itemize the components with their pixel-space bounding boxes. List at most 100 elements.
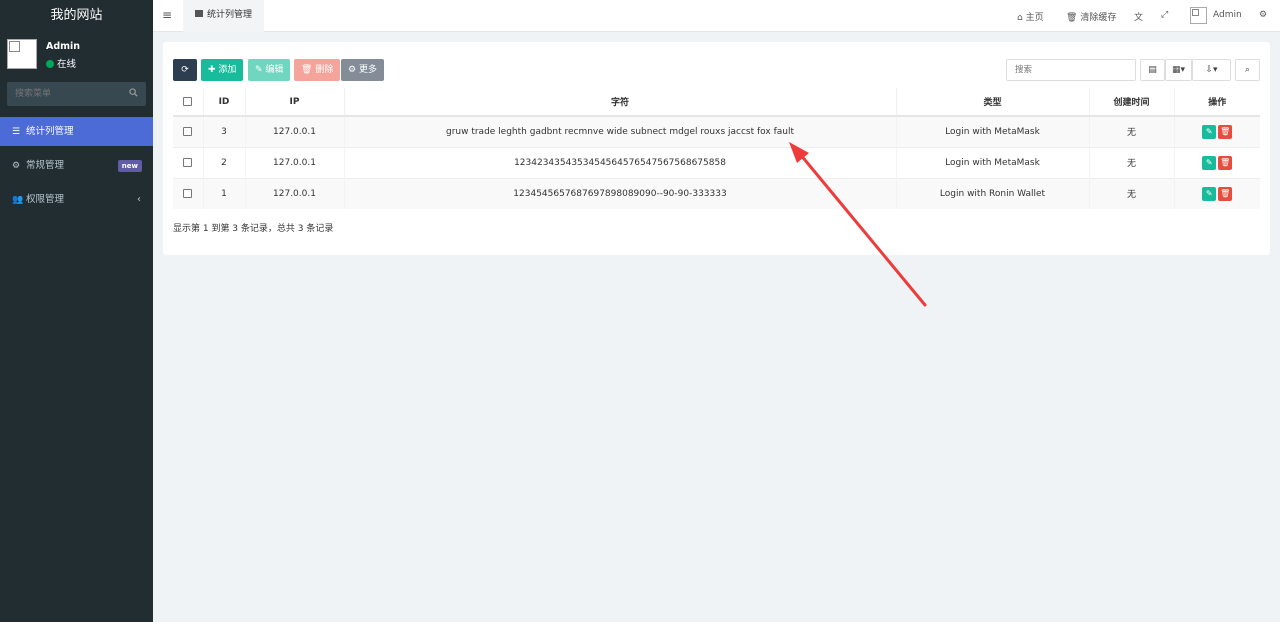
menu-search	[7, 82, 146, 106]
refresh-button[interactable]: ⟳	[173, 59, 197, 81]
cell-type: Login with MetaMask	[895, 146, 1089, 178]
sidebar: 我的网站 Admin 在线 ☰ 统计列管理 ⚙ 常规管理 new 👥权限管理 ‹	[0, 0, 153, 622]
top-user-name[interactable]: Admin	[1213, 10, 1242, 20]
toggle-view-button[interactable]: ▤	[1140, 59, 1165, 81]
add-label: 添加	[218, 65, 237, 75]
cell-text: 123454565768769789808909​0--90-90-333333	[343, 177, 896, 209]
avatar	[7, 39, 37, 69]
chevron-left-icon: ‹	[137, 194, 141, 205]
content-panel: ⟳ ✚ 添加 ✎ 编辑 🗑 删除 ⚙ 更多 ▤ ▦▾ ⇩▾ ⌕ ID IP 字符…	[163, 42, 1270, 255]
cell-actions: ✎ 🗑	[1173, 115, 1260, 147]
plus-icon: ✚	[208, 65, 216, 75]
search-icon: ⌕	[1244, 65, 1251, 75]
more-label: 更多	[358, 65, 377, 75]
sidebar-item-general[interactable]: ⚙ 常规管理 new	[0, 151, 153, 180]
cell-text: gruw trade leghth gadbnt recmnve wide su…	[343, 115, 896, 147]
data-table: ID IP 字符 类型 创建时间 操作 3 127.0.0.1 gruw tra…	[173, 88, 1260, 209]
pagination-summary: 显示第 1 到第 3 条记录，总共 3 条记录	[173, 224, 334, 234]
home-link[interactable]: ⌂ 主页	[1017, 10, 1044, 23]
sidebar-item-label: 统计列管理	[26, 126, 74, 137]
row-checkbox[interactable]	[183, 188, 193, 198]
cell-type: Login with MetaMask	[895, 115, 1089, 147]
row-delete-button[interactable]: 🗑	[1218, 124, 1233, 139]
hamburger-icon[interactable]: ≡	[162, 8, 172, 22]
top-avatar[interactable]	[1190, 7, 1207, 24]
export-button[interactable]: ⇩▾	[1192, 59, 1231, 81]
cell-type: Login with Ronin Wallet	[895, 177, 1089, 209]
column-header-created[interactable]: 创建时间	[1088, 88, 1174, 117]
select-all-checkbox[interactable]	[183, 96, 193, 106]
row-checkbox[interactable]	[183, 157, 193, 167]
row-select-cell[interactable]	[173, 115, 203, 147]
sidebar-item-stats[interactable]: ☰ 统计列管理	[0, 117, 153, 146]
cell-ip: 127.0.0.1	[244, 146, 344, 178]
cell-created: 无	[1088, 115, 1174, 147]
table-search-input[interactable]	[1006, 59, 1136, 81]
row-select-cell[interactable]	[173, 177, 203, 209]
clear-cache-link[interactable]: 🗑 清除缓存	[1066, 10, 1116, 23]
clear-cache-label: 清除缓存	[1080, 13, 1117, 23]
delete-label: 删除	[315, 65, 334, 75]
home-icon: ⌂	[1017, 13, 1023, 23]
edit-label: 编辑	[265, 65, 284, 75]
edit-button[interactable]: ✎ 编辑	[248, 59, 291, 81]
table-icon	[195, 10, 203, 17]
delete-button[interactable]: 🗑 删除	[294, 59, 341, 81]
language-icon[interactable]: 文	[1134, 10, 1143, 23]
column-header-actions: 操作	[1173, 88, 1260, 117]
table-row[interactable]: 2 127.0.0.1 1234234354353454564576547567…	[173, 146, 1260, 178]
user-panel: Admin 在线	[0, 32, 153, 74]
site-logo[interactable]: 我的网站	[0, 0, 153, 32]
gears-icon: ⚙	[12, 161, 21, 171]
select-all-cell[interactable]	[173, 88, 203, 117]
sidebar-item-label: 常规管理	[26, 160, 65, 171]
add-button[interactable]: ✚ 添加	[201, 59, 244, 81]
cell-created: 无	[1088, 146, 1174, 178]
fullscreen-icon[interactable]: ⤢	[1161, 10, 1168, 20]
column-header-type[interactable]: 类型	[895, 88, 1089, 117]
table-header-row: ID IP 字符 类型 创建时间 操作	[173, 88, 1260, 117]
table-row[interactable]: 3 127.0.0.1 gruw trade leghth gadbnt rec…	[173, 115, 1260, 147]
column-header-ip[interactable]: IP	[244, 88, 344, 117]
gear-icon: ⚙	[348, 65, 357, 75]
cell-actions: ✎ 🗑	[1173, 177, 1260, 209]
more-button[interactable]: ⚙ 更多	[341, 59, 384, 81]
pencil-icon: ✎	[255, 65, 263, 75]
row-delete-button[interactable]: 🗑	[1218, 186, 1233, 201]
advanced-search-button[interactable]: ⌕	[1235, 59, 1260, 81]
new-badge: new	[117, 160, 142, 172]
online-dot-icon	[46, 60, 54, 68]
trash-icon: 🗑	[1066, 13, 1078, 23]
row-delete-button[interactable]: 🗑	[1218, 155, 1233, 170]
cell-ip: 127.0.0.1	[244, 115, 344, 147]
row-edit-button[interactable]: ✎	[1202, 186, 1217, 201]
tab-stats[interactable]: 统计列管理	[183, 0, 265, 32]
sidebar-item-label: 权限管理	[26, 194, 65, 205]
users-icon: 👥	[12, 195, 24, 205]
row-edit-button[interactable]: ✎	[1202, 124, 1217, 139]
cell-ip: 127.0.0.1	[244, 177, 344, 209]
sidebar-menu: ☰ 统计列管理 ⚙ 常规管理 new 👥 权限管理 ‹	[0, 117, 153, 219]
column-header-text[interactable]: 字符	[343, 88, 896, 117]
row-checkbox[interactable]	[183, 126, 193, 136]
export-icon: ⇩▾	[1205, 65, 1218, 75]
list-icon: ☰	[12, 127, 21, 137]
settings-gear-icon[interactable]: ⚙	[1259, 10, 1267, 20]
search-icon[interactable]	[129, 88, 138, 97]
cell-text: 123423435435345456457654756756867585​8	[343, 146, 896, 178]
cell-id: 2	[202, 146, 245, 178]
card-view-icon: ▤	[1148, 65, 1157, 75]
row-select-cell[interactable]	[173, 146, 203, 178]
columns-icon: ▦▾	[1171, 65, 1186, 75]
columns-button[interactable]: ▦▾	[1165, 59, 1192, 81]
tab-label: 统计列管理	[207, 10, 253, 20]
table-row[interactable]: 1 127.0.0.1 123454565768769789808909​0--…	[173, 177, 1260, 209]
sidebar-item-permissions[interactable]: 👥 权限管理 ‹	[0, 185, 153, 214]
row-edit-button[interactable]: ✎	[1202, 155, 1217, 170]
column-header-id[interactable]: ID	[202, 88, 245, 117]
cell-id: 1	[202, 177, 245, 209]
menu-search-input[interactable]	[7, 82, 117, 106]
home-label: 主页	[1025, 13, 1044, 23]
user-status-label: 在线	[57, 59, 77, 70]
cell-id: 3	[202, 115, 245, 147]
